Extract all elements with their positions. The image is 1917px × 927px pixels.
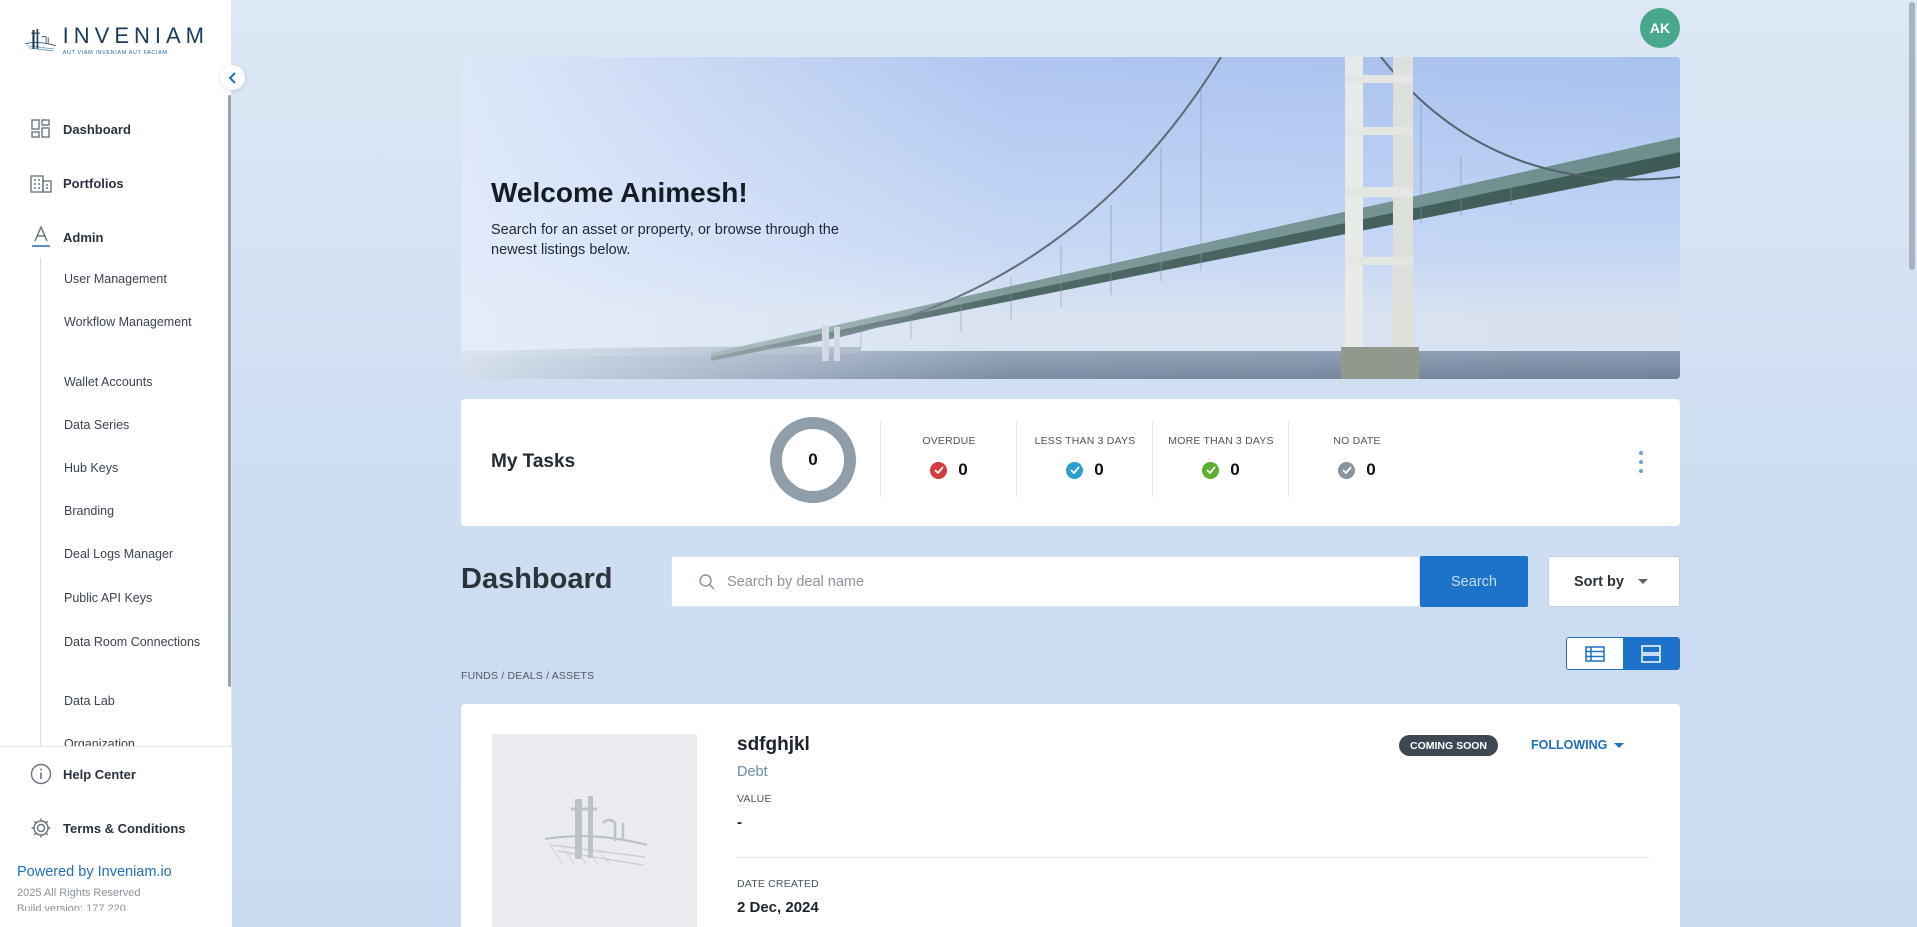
sidebar-item-wallet-accounts[interactable]: Wallet Accounts [64,374,204,391]
my-tasks-panel: My Tasks 0 OVERDUE 0 LESS THAN 3 DAYS 0 … [461,399,1680,526]
collapse-sidebar-button[interactable] [220,65,245,90]
search-input[interactable] [727,573,1367,590]
chevron-down-icon [1614,742,1625,748]
brand-tagline: AUT VIAM INVENIAM AUT FACIAM [62,49,168,56]
sidebar-item-admin[interactable]: Admin [0,210,228,264]
page-scrollbar[interactable] [1906,0,1917,927]
sidebar-item-hub-keys[interactable]: Hub Keys [64,460,204,477]
sidebar-item-label: Dashboard [63,121,131,137]
task-stat-label: NO DATE [1333,435,1381,447]
sidebar-item-label: Admin [63,229,104,245]
chevron-left-icon [228,71,236,84]
task-stat-label: MORE THAN 3 DAYS [1168,435,1274,447]
task-stat-value: 0 [1230,460,1240,479]
bridge-banner-image [461,57,1680,379]
check-circle-icon [1338,461,1356,479]
building-icon [30,172,52,194]
sidebar-item-portfolios[interactable]: Portfolios [0,156,228,210]
sidebar-item-deal-logs-manager[interactable]: Deal Logs Manager [64,546,204,563]
view-toggle [1566,637,1680,670]
sidebar-item-label: Terms & Conditions [63,820,186,836]
task-stat-value: 0 [958,460,968,479]
search-button[interactable]: Search [1420,556,1528,607]
deal-search-box [671,556,1420,607]
deal-value-label: VALUE [737,793,772,805]
sidebar-item-data-series[interactable]: Data Series [64,417,204,434]
sidebar: INVENIAM AUT VIAM INVENIAM AUT FACIAM Da… [0,0,232,927]
task-stat-less-than-3-days[interactable]: LESS THAN 3 DAYS 0 [1017,435,1153,480]
more-options-icon[interactable] [1636,451,1646,473]
list-view-icon [1585,645,1605,662]
deal-type: Debt [737,764,768,780]
sort-by-label: Sort by [1574,573,1624,590]
task-stat-value: 0 [1366,460,1376,479]
welcome-title: Welcome Animesh! [491,177,748,208]
sidebar-item-branding[interactable]: Branding [64,503,204,520]
info-icon [30,763,52,785]
card-view-button[interactable] [1623,638,1679,669]
bridge-logo-icon [24,28,56,52]
breadcrumb: FUNDS / DEALS / ASSETS [461,670,595,682]
sidebar-item-terms[interactable]: Terms & Conditions [0,801,232,855]
page-title: Dashboard [461,563,613,595]
welcome-banner: Welcome Animesh! Search for an asset or … [461,57,1680,379]
following-label: FOLLOWING [1531,738,1608,752]
list-view-button[interactable] [1567,638,1623,669]
check-circle-icon [1202,461,1220,479]
powered-by-link[interactable]: Powered by Inveniam.io [17,864,172,880]
deal-name[interactable]: sdfghjkl [737,734,810,756]
task-stat-no-date[interactable]: NO DATE 0 [1289,435,1425,480]
submenu-rail [40,258,41,746]
check-circle-icon [930,461,948,479]
following-dropdown[interactable]: FOLLOWING [1531,738,1625,752]
sidebar-item-data-lab[interactable]: Data Lab [64,693,204,710]
task-stat-overdue[interactable]: OVERDUE 0 [881,435,1017,480]
sort-by-dropdown[interactable]: Sort by [1548,556,1680,607]
my-tasks-title: My Tasks [491,451,576,472]
check-circle-icon [1066,461,1084,479]
task-stat-value: 0 [1094,460,1104,479]
sidebar-item-help-center[interactable]: Help Center [0,747,232,801]
sidebar-item-public-api-keys[interactable]: Public API Keys [64,590,204,607]
admin-submenu: User Management Workflow Management Wall… [0,258,228,746]
chevron-down-icon [1637,579,1648,584]
sidebar-item-label: Help Center [63,766,136,782]
brand-name: INVENIAM [62,22,209,48]
tasks-total-donut: 0 [770,417,856,503]
sidebar-item-dashboard[interactable]: Dashboard [0,102,228,156]
inveniam-logo[interactable]: INVENIAM AUT VIAM INVENIAM AUT FACIAM [24,16,209,64]
gear-icon [30,817,52,839]
deal-value: - [737,814,742,831]
sidebar-scrollbar[interactable] [228,95,231,687]
deal-date: 2 Dec, 2024 [737,899,819,916]
sidebar-item-organization[interactable]: Organization [64,736,204,746]
search-icon [696,571,718,593]
user-avatar[interactable]: AK [1640,8,1680,48]
task-stat-label: OVERDUE [922,435,976,447]
sidebar-item-label: Portfolios [63,175,124,191]
tasks-total-count: 0 [808,450,818,469]
sidebar-item-data-room-connections[interactable]: Data Room Connections [64,634,204,651]
sidebar-item-user-management[interactable]: User Management [64,271,204,288]
main-nav: Dashboard Portfolios Admin [0,102,228,264]
sidebar-footer: Help Center Terms & Conditions Powered b… [0,746,232,927]
task-stat-label: LESS THAN 3 DAYS [1034,435,1136,447]
task-stat-more-than-3-days[interactable]: MORE THAN 3 DAYS 0 [1153,435,1289,480]
bridge-logo-icon [544,795,647,866]
divider [737,857,1649,858]
deal-date-label: DATE CREATED [737,878,819,890]
card-view-icon [1641,644,1661,663]
deal-card[interactable]: sdfghjkl Debt VALUE - DATE CREATED 2 Dec… [461,704,1680,927]
admin-icon [30,226,52,248]
status-badge: COMING SOON [1399,735,1499,756]
build-version: Build version: 177.220 [17,903,126,911]
rights-text: 2025 All Rights Reserved [17,887,141,899]
dashboard-icon [30,118,52,140]
welcome-subtitle: Search for an asset or property, or brow… [491,222,839,258]
sidebar-item-workflow-management[interactable]: Workflow Management [64,314,204,331]
deal-placeholder-image [492,734,697,927]
page-scrollbar-thumb[interactable] [1909,2,1915,270]
